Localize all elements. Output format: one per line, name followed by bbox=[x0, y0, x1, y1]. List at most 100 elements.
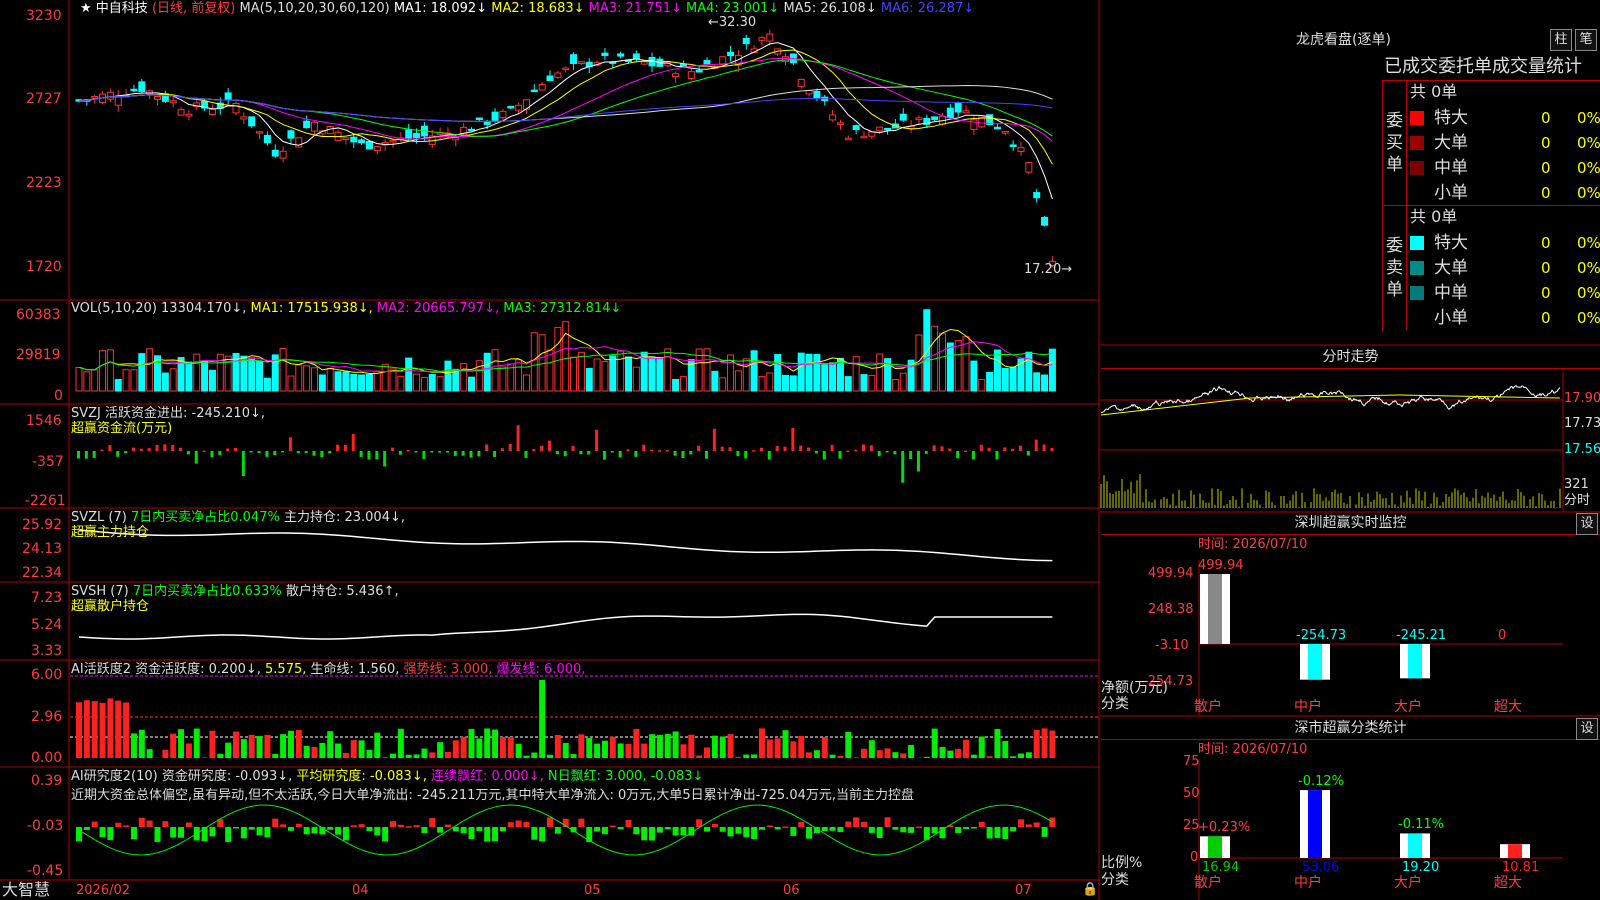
candle-body bbox=[695, 70, 703, 73]
research-bar bbox=[1010, 827, 1017, 832]
class-value: 10.81 bbox=[1502, 860, 1540, 875]
research-bar bbox=[460, 827, 467, 834]
monitor-bar-stripe bbox=[1308, 644, 1322, 680]
activity-bar bbox=[437, 742, 444, 758]
research-bar bbox=[963, 827, 970, 829]
flow-bar bbox=[767, 451, 771, 460]
class-bar-stripe bbox=[1408, 833, 1422, 858]
volume-bar bbox=[83, 371, 91, 392]
intraday-chart[interactable] bbox=[1100, 372, 1564, 510]
research-bar bbox=[185, 822, 192, 827]
lock-icon[interactable]: 🔒 bbox=[1082, 882, 1098, 897]
candle-body bbox=[632, 53, 640, 60]
research-bar bbox=[790, 827, 797, 836]
research-bar bbox=[1002, 827, 1009, 840]
research-bar bbox=[507, 822, 514, 827]
flow-bar bbox=[516, 425, 520, 451]
research-bar bbox=[107, 827, 114, 841]
volume-bar bbox=[570, 356, 578, 392]
activity-bar bbox=[138, 729, 145, 758]
flow-bar bbox=[210, 451, 214, 458]
activity-bar bbox=[672, 731, 679, 758]
class-category: 散户 bbox=[1194, 875, 1222, 891]
research-bar bbox=[758, 827, 765, 830]
volume-bar bbox=[201, 361, 209, 392]
ai-active-axis-bottom: 0.00 bbox=[31, 750, 63, 766]
activity-bar bbox=[123, 702, 130, 758]
order-percent: 0% bbox=[1577, 284, 1600, 302]
flow-bar bbox=[595, 429, 599, 451]
dragon-tabs[interactable]: 已成交委托单成交量统计 bbox=[1384, 56, 1582, 78]
volume-bar bbox=[106, 349, 114, 392]
stock-name[interactable]: ★ 中自科技 bbox=[80, 1, 148, 16]
activity-bar bbox=[295, 729, 302, 758]
sz-monitor-settings-button[interactable]: 设 bbox=[1576, 513, 1598, 535]
flow-bar bbox=[964, 450, 968, 452]
research-bar bbox=[727, 827, 734, 837]
activity-bar bbox=[970, 754, 977, 758]
flow-bar bbox=[359, 451, 363, 457]
price-line bbox=[1100, 384, 1561, 414]
monitor-bar-value: -254.73 bbox=[1296, 628, 1347, 643]
sz-monitor-bars bbox=[1198, 560, 1563, 715]
sz-monitor-title: 深圳超赢实时监控 bbox=[1101, 512, 1600, 535]
volume-bar bbox=[326, 367, 334, 392]
research-bar bbox=[861, 821, 867, 827]
flow-bar bbox=[540, 445, 544, 451]
volume-bar bbox=[672, 378, 680, 392]
brand-logo[interactable]: 大智慧 bbox=[2, 882, 50, 898]
flow-bar bbox=[1019, 445, 1022, 451]
flow-bar bbox=[131, 447, 135, 451]
candlestick-chart[interactable] bbox=[75, 29, 1056, 268]
candle-body bbox=[342, 137, 350, 140]
flow-bar bbox=[422, 451, 426, 460]
flow-bar bbox=[1011, 448, 1015, 451]
research-bar bbox=[83, 827, 90, 830]
volume-bar bbox=[970, 360, 978, 392]
activity-bar bbox=[170, 733, 177, 758]
volume-bar bbox=[428, 374, 436, 392]
volume-bars[interactable] bbox=[75, 309, 1056, 392]
order-type-label: 特大 bbox=[1434, 108, 1468, 128]
research-bar bbox=[978, 821, 985, 827]
pen-view-button[interactable]: 笔 bbox=[1575, 29, 1597, 51]
order-color-swatch bbox=[1410, 261, 1424, 275]
research-bar bbox=[539, 827, 546, 842]
volume-bar bbox=[436, 376, 444, 392]
class-value: 16.94 bbox=[1202, 860, 1240, 875]
flow-bar bbox=[241, 451, 245, 476]
research-line bbox=[78, 804, 1053, 856]
activity-bar bbox=[1033, 729, 1040, 758]
flow-bar bbox=[956, 451, 960, 459]
candle-body bbox=[271, 149, 279, 157]
flow-bar bbox=[571, 445, 575, 451]
flow-bar bbox=[493, 451, 497, 457]
svzl-axis-top: 25.92 bbox=[22, 517, 63, 533]
flow-bar bbox=[524, 451, 528, 458]
activity-bar bbox=[256, 736, 263, 758]
research-bar bbox=[390, 821, 396, 827]
bar-view-button[interactable]: 柱 bbox=[1550, 29, 1572, 51]
activity-bar bbox=[751, 754, 758, 758]
volume-bar bbox=[954, 340, 962, 392]
flow-bar bbox=[375, 451, 379, 460]
research-bar bbox=[931, 827, 938, 834]
activity-bar bbox=[476, 738, 483, 758]
svsh-axis-mid: 5.24 bbox=[31, 617, 63, 633]
volume-bar bbox=[789, 375, 797, 392]
sz-monitor-axis: -3.10 bbox=[1155, 638, 1189, 653]
activity-bar bbox=[507, 737, 514, 758]
research-bar bbox=[397, 824, 404, 827]
activity-bar bbox=[790, 741, 797, 758]
dragon-panel-title: 龙虎看盘(逐单) bbox=[1296, 32, 1391, 48]
activity-bar bbox=[162, 749, 169, 758]
flow-bar bbox=[500, 448, 504, 451]
sz-class-settings-button[interactable]: 设 bbox=[1576, 718, 1598, 740]
period-label[interactable]: (日线, 前复权) bbox=[152, 1, 235, 16]
activity-bar bbox=[719, 736, 726, 758]
research-bar bbox=[837, 827, 844, 833]
volume-bar bbox=[452, 368, 460, 392]
intraday-axis-mid: 17.73 bbox=[1564, 416, 1600, 431]
candle-body bbox=[1009, 144, 1017, 147]
monitor-category: 散户 bbox=[1194, 699, 1222, 715]
